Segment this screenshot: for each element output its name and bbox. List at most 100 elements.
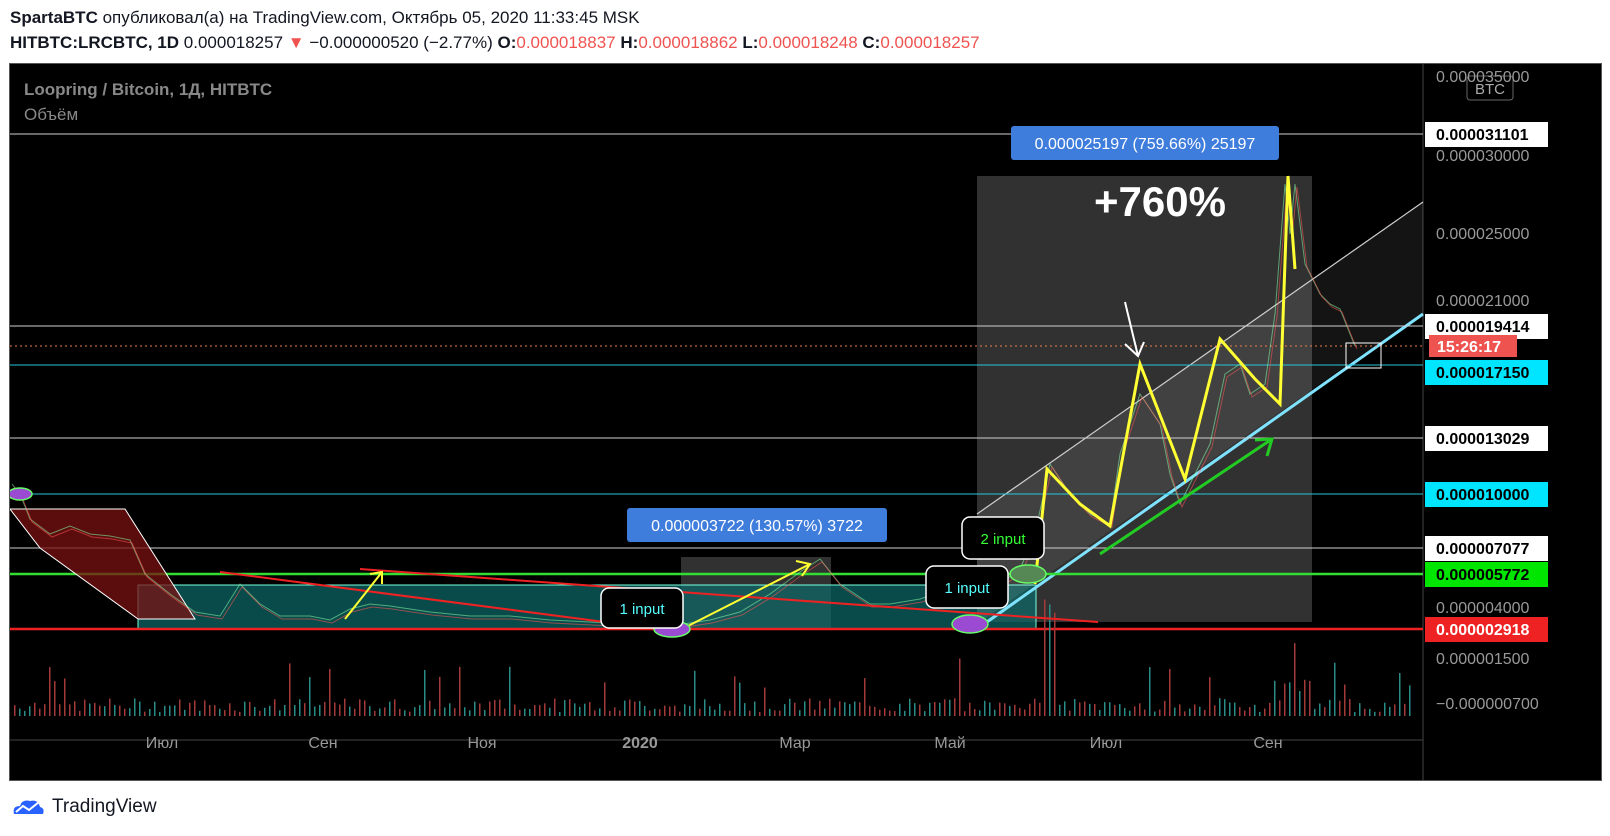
volume-bar xyxy=(779,710,781,716)
volume-bar xyxy=(354,708,356,716)
volume-bar xyxy=(369,706,371,716)
volume-bar xyxy=(1189,708,1191,716)
volume-bar xyxy=(1164,700,1166,716)
volume-bar xyxy=(539,705,541,716)
volume-bar xyxy=(529,708,531,716)
volume-bar xyxy=(1389,706,1391,716)
volume-bar xyxy=(879,709,881,716)
volume-bar xyxy=(19,708,21,716)
measure-label-big[interactable]: 0.000025197 (759.66%) 25197 xyxy=(1011,126,1279,160)
volume-bar xyxy=(1114,704,1116,716)
volume-bar xyxy=(619,710,621,716)
volume-bar xyxy=(929,702,931,716)
volume-bar xyxy=(1344,684,1346,716)
volume-bar xyxy=(1179,704,1181,716)
volume-bar xyxy=(1034,698,1036,716)
volume-bar xyxy=(1204,710,1206,716)
volume-bar xyxy=(34,702,36,716)
price-axis[interactable]: 0.000035000 0.000031101 0.000030000 0.00002… xyxy=(1425,69,1548,713)
price-label: 0.000031101 xyxy=(1436,127,1529,144)
volume-bar xyxy=(599,708,601,716)
volume-bar xyxy=(464,707,466,716)
measure-label-small[interactable]: 0.000003722 (130.57%) 3722 xyxy=(627,508,887,542)
volume-bar xyxy=(1119,704,1121,716)
time-label: Сен xyxy=(308,735,337,752)
volume-bar xyxy=(1289,682,1291,716)
volume-bar xyxy=(124,708,126,716)
volume-bar xyxy=(419,705,421,716)
volume-bar xyxy=(894,711,896,716)
chart-canvas[interactable]: 1 input 1 input 2 input 0.000025197 (759… xyxy=(10,64,1602,781)
volume-bar xyxy=(244,701,246,716)
volume-bar xyxy=(209,705,211,716)
volume-bar xyxy=(344,698,346,716)
volume-bar xyxy=(624,700,626,716)
published-text: опубликовал(а) на TradingView.com, Октяб… xyxy=(102,8,640,27)
volume-bar xyxy=(109,698,111,716)
volume-bar xyxy=(649,710,651,716)
volume-bar xyxy=(284,705,286,716)
volume-bar xyxy=(754,701,756,716)
volume-bar xyxy=(1399,673,1401,716)
volume-bar xyxy=(969,702,971,716)
input-callout-3[interactable]: 2 input xyxy=(961,516,1045,560)
volume-bar xyxy=(39,708,41,716)
volume-bar xyxy=(1319,703,1321,716)
volume-bar xyxy=(919,704,921,716)
volume-bar xyxy=(409,711,411,716)
volume-bar xyxy=(239,711,241,716)
volume-bar xyxy=(829,698,831,716)
volume-bar xyxy=(1279,700,1281,716)
author-name[interactable]: SpartaBTC xyxy=(10,8,98,27)
volume-bar xyxy=(559,711,561,716)
chart-panel[interactable]: 1 input 1 input 2 input 0.000025197 (759… xyxy=(9,63,1602,781)
volume-bar xyxy=(469,710,471,716)
volume-bar xyxy=(484,710,486,716)
price-label: 0.000005772 xyxy=(1436,567,1530,584)
volume-bar xyxy=(544,703,546,716)
volume-bar xyxy=(804,701,806,716)
price-label: 0.000017150 xyxy=(1436,365,1530,382)
volume-bar xyxy=(104,706,106,716)
volume-bar xyxy=(1124,707,1126,716)
volume-bar xyxy=(119,705,121,716)
price-label: 0.000035000 xyxy=(1436,69,1530,86)
volume-bar xyxy=(614,707,616,716)
volume-bar xyxy=(1354,711,1356,716)
volume-bar xyxy=(759,711,761,716)
volume-bar xyxy=(954,698,956,716)
volume-bar xyxy=(684,704,686,716)
input-callout-2[interactable]: 1 input xyxy=(925,565,1009,609)
volume-bar xyxy=(869,705,871,716)
volume-bar xyxy=(379,708,381,716)
volume-bar xyxy=(594,710,596,716)
price-label: −0.000000700 xyxy=(1436,696,1539,713)
marker-ellipse[interactable] xyxy=(1009,564,1047,584)
volume-bar xyxy=(404,710,406,716)
volume-bar xyxy=(189,702,191,716)
volume-bar xyxy=(664,705,666,716)
volume-bar xyxy=(1364,708,1366,716)
countdown-label: 15:26:17 xyxy=(1437,339,1501,356)
marker-ellipse[interactable] xyxy=(951,614,989,634)
volume-bar xyxy=(1029,703,1031,716)
volume-bar xyxy=(909,698,911,716)
time-label: Мар xyxy=(779,735,810,752)
volume-bar xyxy=(794,702,796,716)
volume-bar xyxy=(94,702,96,716)
volume-bar xyxy=(1299,691,1301,716)
time-axis[interactable]: Июл Сен Ноя 2020 Мар Май Июл Сен xyxy=(146,735,1283,752)
svg-text:1 input: 1 input xyxy=(944,580,990,597)
volume-bar xyxy=(789,698,791,716)
volume-bar xyxy=(669,706,671,716)
volume-bar xyxy=(1254,704,1256,716)
marker-ellipse[interactable] xyxy=(10,487,33,501)
volume-bar xyxy=(744,703,746,716)
volume-bar xyxy=(534,705,536,716)
early-decline-shape[interactable] xyxy=(10,508,196,620)
input-callout-1[interactable]: 1 input xyxy=(600,587,684,629)
volume-bar xyxy=(1324,707,1326,716)
footer-brand[interactable]: TradingView xyxy=(10,796,157,818)
svg-text:2 input: 2 input xyxy=(980,531,1026,548)
volume-bar xyxy=(549,707,551,716)
